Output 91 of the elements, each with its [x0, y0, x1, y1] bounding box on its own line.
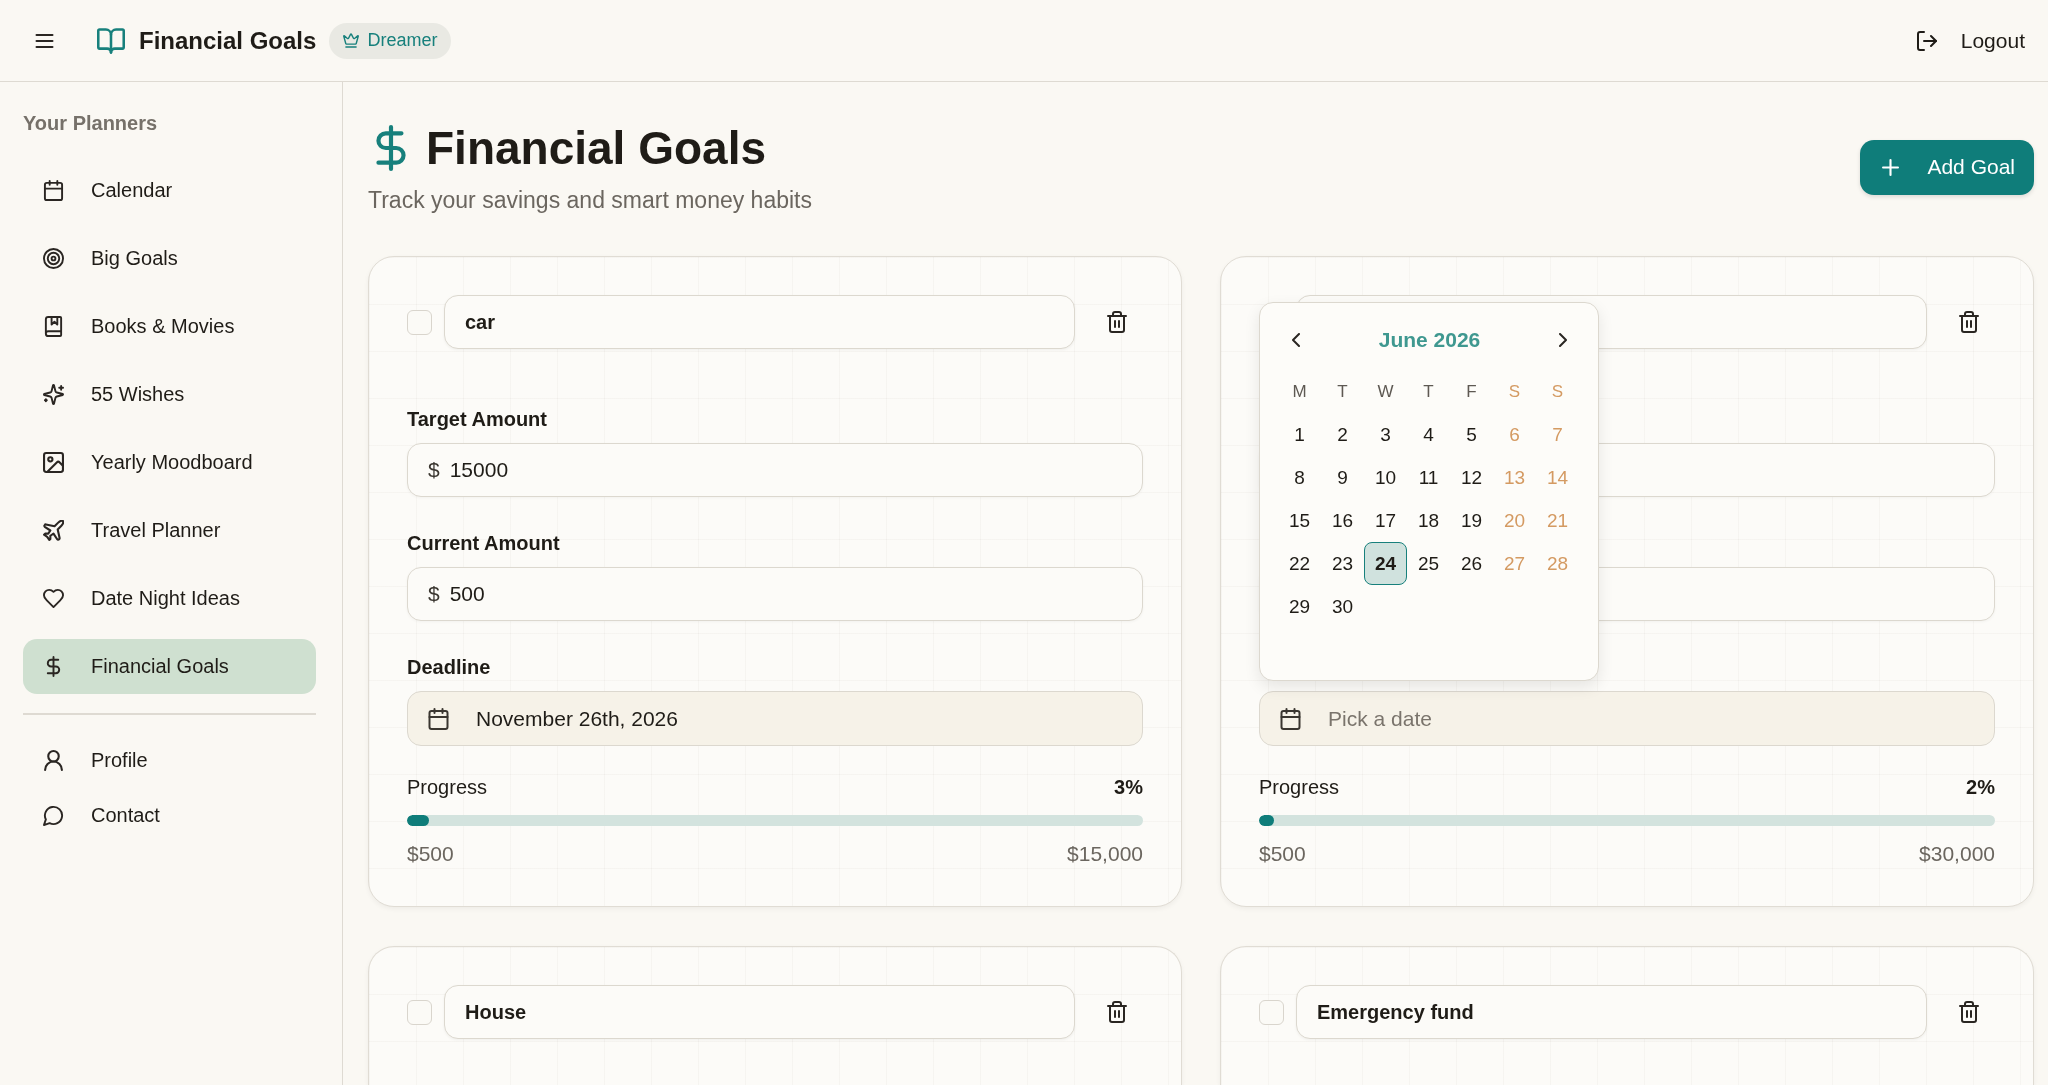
user-icon: [43, 749, 64, 771]
goal-name-field[interactable]: House: [444, 985, 1075, 1039]
current-amount: $500: [407, 842, 454, 866]
checkbox[interactable]: [407, 999, 432, 1025]
progress-percent: 3%: [1114, 775, 1143, 799]
add-goal-button[interactable]: Add Goal: [1860, 139, 2034, 195]
calendar-day[interactable]: 11: [1407, 456, 1450, 499]
field-label: Target Amount: [407, 407, 548, 431]
chevron-right-icon[interactable]: [1559, 333, 1567, 347]
app-title: Financial Goals: [139, 26, 317, 55]
weekday-label: T: [1336, 380, 1349, 403]
progress-label: Progress: [407, 775, 488, 799]
calendar-day[interactable]: 26: [1450, 542, 1493, 585]
sparkles-icon: [43, 384, 64, 405]
goal-name-field[interactable]: Emergency fund: [1296, 985, 1927, 1039]
sidebar-item[interactable]: Travel Planner: [23, 503, 316, 558]
calendar-day[interactable]: 9: [1321, 456, 1364, 499]
sidebar-heading: Your Planners: [23, 111, 159, 135]
trash-icon[interactable]: [1959, 1001, 1979, 1023]
chat-bubble-icon: [43, 804, 64, 826]
calendar-day[interactable]: 29: [1278, 585, 1321, 628]
book-icon: [97, 27, 125, 54]
page-subtitle: Track your savings and smart money habits: [368, 186, 812, 214]
image-icon: [43, 452, 64, 473]
heart-icon: [43, 588, 64, 609]
weekday-label: T: [1422, 380, 1435, 403]
progress-percent: 2%: [1966, 775, 1995, 799]
date-picker-button[interactable]: November 26th, 2026: [407, 691, 1143, 746]
crown-icon: [343, 33, 360, 48]
weekday-label: M: [1291, 380, 1308, 403]
sidebar-item[interactable]: Date Night Ideas: [23, 571, 316, 626]
badge-label: Dreamer: [367, 30, 438, 51]
date-picker-button[interactable]: Pick a date: [1259, 691, 1995, 746]
calendar-day[interactable]: 23: [1321, 542, 1364, 585]
plus-icon: [1882, 158, 1900, 176]
calendar-day[interactable]: 15: [1278, 499, 1321, 542]
menu-icon[interactable]: [35, 33, 54, 48]
sidebar-item[interactable]: Big Goals: [23, 231, 316, 286]
calendar-day[interactable]: 24: [1364, 542, 1407, 585]
amount-field[interactable]: $ 15000: [407, 443, 1143, 497]
calendar-month-title: June 2026: [1378, 328, 1481, 352]
calendar-icon: [1280, 707, 1301, 730]
progress-label: Progress: [1259, 775, 1340, 799]
calendar-day[interactable]: 5: [1450, 413, 1493, 456]
trash-icon[interactable]: [1107, 311, 1127, 333]
calendar-day[interactable]: 4: [1407, 413, 1450, 456]
calendar-day[interactable]: 18: [1407, 499, 1450, 542]
calendar-day[interactable]: 19: [1450, 499, 1493, 542]
weekday-label: F: [1465, 380, 1478, 403]
calendar-day[interactable]: 16: [1321, 499, 1364, 542]
sidebar-item[interactable]: Financial Goals: [23, 639, 316, 694]
book-icon: [43, 316, 64, 337]
calendar-day[interactable]: 12: [1450, 456, 1493, 499]
plane-icon: [43, 520, 64, 541]
calendar-day[interactable]: 30: [1321, 585, 1364, 628]
logout-button[interactable]: Logout: [1916, 28, 2025, 53]
calendar-icon: [43, 180, 64, 201]
dollar-icon: [376, 125, 406, 171]
field-label: Deadline: [407, 655, 492, 679]
trash-icon[interactable]: [1959, 311, 1979, 333]
checkbox[interactable]: [1259, 999, 1284, 1025]
target-amount: $15,000: [1067, 842, 1143, 866]
sidebar-item[interactable]: Contact: [23, 787, 316, 843]
calendar-day[interactable]: 1: [1278, 413, 1321, 456]
sidebar-item[interactable]: Profile: [23, 732, 316, 788]
sidebar-item[interactable]: Books & Movies: [23, 299, 316, 354]
weekday-label: S: [1550, 380, 1565, 403]
calendar-day[interactable]: 25: [1407, 542, 1450, 585]
calendar-icon: [428, 707, 449, 730]
goal-name-field[interactable]: car: [444, 295, 1075, 349]
calendar-day[interactable]: 17: [1364, 499, 1407, 542]
weekday-label: S: [1507, 380, 1522, 403]
sidebar-item[interactable]: 55 Wishes: [23, 367, 316, 422]
current-amount: $500: [1259, 842, 1306, 866]
trash-icon[interactable]: [1107, 1001, 1127, 1023]
chevron-left-icon[interactable]: [1292, 333, 1300, 347]
amount-field[interactable]: $ 500: [407, 567, 1143, 621]
sidebar-item[interactable]: Yearly Moodboard: [23, 435, 316, 490]
field-label: Current Amount: [407, 531, 561, 555]
calendar-day[interactable]: 10: [1364, 456, 1407, 499]
checkbox[interactable]: [407, 309, 432, 335]
sidebar-item[interactable]: Calendar: [23, 163, 316, 218]
calendar-day[interactable]: 3: [1364, 413, 1407, 456]
page-title: Financial Goals: [426, 121, 766, 176]
logout-icon: [1916, 30, 1937, 51]
calendar-day[interactable]: 2: [1321, 413, 1364, 456]
target-icon: [43, 248, 64, 269]
target-amount: $30,000: [1919, 842, 1995, 866]
weekday-label: W: [1376, 380, 1395, 403]
calendar-day[interactable]: 22: [1278, 542, 1321, 585]
calendar-day[interactable]: 8: [1278, 456, 1321, 499]
